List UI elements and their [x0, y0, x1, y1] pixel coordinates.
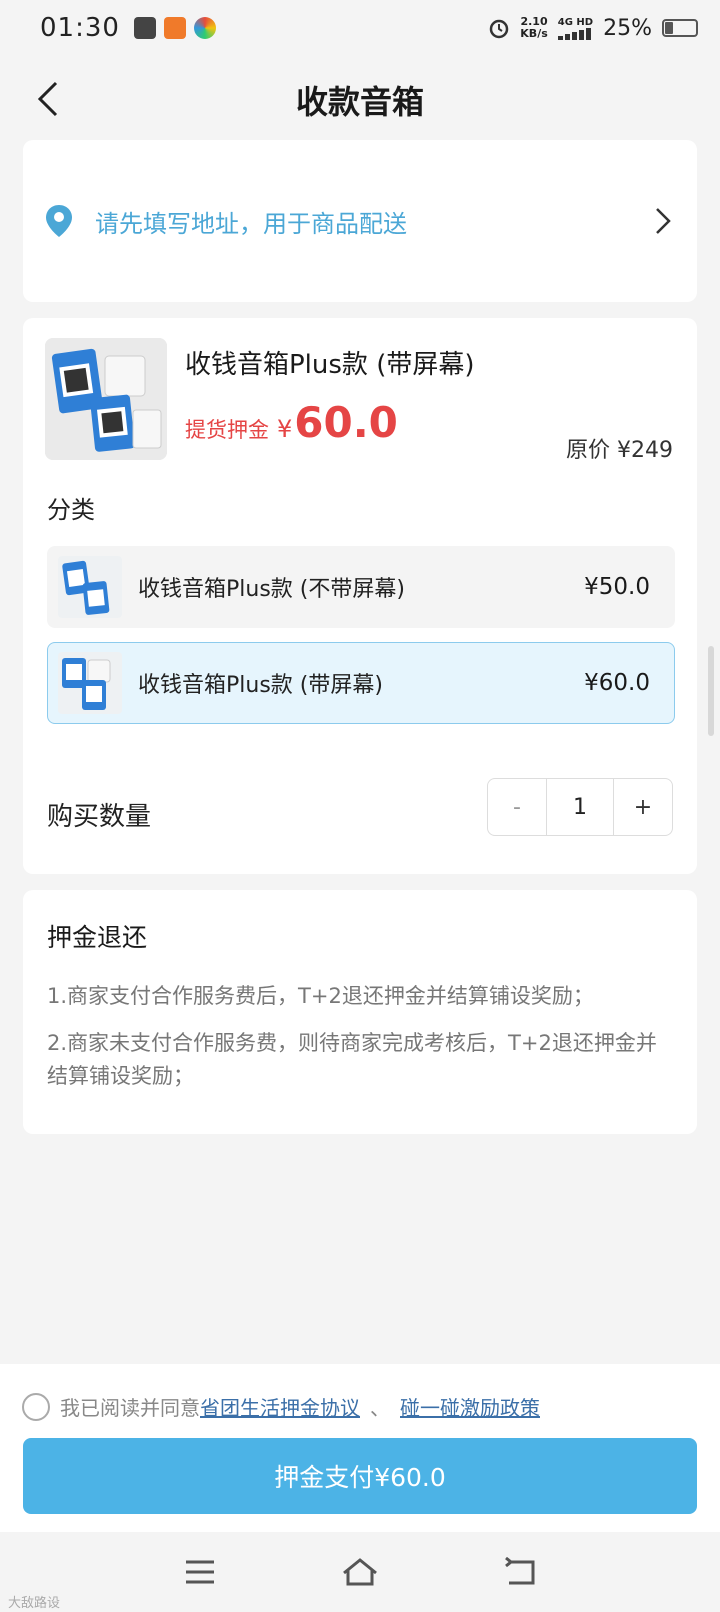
- page-title: 收款音箱: [295, 83, 424, 121]
- refund-rule-1: 1.商家支付合作服务费后，T+2退还押金并结算铺设奖励；: [47, 984, 594, 1008]
- incentive-policy-link[interactable]: 碰一碰激励政策: [400, 1392, 540, 1421]
- agreement-row: 我已阅读并同意 省团生活押金协议 、 碰一碰激励政策: [22, 1392, 540, 1421]
- agreement-prefix: 我已阅读并同意: [60, 1396, 200, 1420]
- deposit-label: 提货押金: [185, 418, 269, 442]
- header: 收款音箱: [0, 58, 720, 142]
- card-app-icon: [133, 17, 156, 39]
- network-speed: 2.10 KB/s: [520, 16, 547, 40]
- back-button[interactable]: [26, 74, 70, 124]
- variant-option-with-screen[interactable]: 收钱音箱Plus款 (带屏幕) ¥60.0: [47, 642, 675, 724]
- deposit-agreement-link[interactable]: 省团生活押金协议: [200, 1392, 360, 1421]
- back-arrow-icon: [505, 1557, 535, 1585]
- variant-label: 收钱音箱Plus款 (带屏幕): [138, 673, 383, 698]
- status-notification-icons: [133, 17, 216, 39]
- signal-icon: [558, 27, 592, 40]
- original-price: 原价 ¥249: [566, 438, 673, 463]
- speaker-variant-image: [58, 652, 122, 714]
- status-time: 01:30: [40, 13, 120, 43]
- agreement-separator: 、: [370, 1396, 390, 1420]
- speaker-product-image: [45, 338, 167, 460]
- chevron-left-icon: [37, 81, 58, 117]
- watermark: 大敌路设: [8, 1596, 61, 1611]
- currency-symbol: ¥: [277, 415, 293, 443]
- chevron-right-icon: [656, 208, 671, 234]
- menu-icon: [186, 1560, 214, 1584]
- variant-price: ¥50.0: [584, 574, 650, 600]
- alarm-icon: [490, 19, 509, 39]
- quantity-value[interactable]: 1: [546, 779, 614, 835]
- app-notification-icon: [163, 17, 186, 39]
- nav-menu-button[interactable]: [170, 1547, 230, 1597]
- status-right: 2.10 KB/s 4G HD 25%: [488, 16, 698, 41]
- agreement-checkbox[interactable]: [22, 1392, 50, 1421]
- bottom-action-panel: 我已阅读并同意 省团生活押金协议 、 碰一碰激励政策 押金支付¥60.0: [0, 1364, 720, 1532]
- variant-image: [58, 556, 122, 618]
- scrollbar[interactable]: [708, 646, 714, 736]
- variant-option-no-screen[interactable]: 收钱音箱Plus款 (不带屏幕) ¥50.0: [47, 546, 675, 628]
- nav-home-button[interactable]: [330, 1547, 390, 1597]
- system-nav-bar: [0, 1532, 720, 1612]
- increase-quantity-button[interactable]: +: [614, 779, 672, 835]
- pay-deposit-button[interactable]: 押金支付¥60.0: [23, 1438, 697, 1514]
- refund-info-card: 押金退还 1.商家支付合作服务费后，T+2退还押金并结算铺设奖励； 2.商家未支…: [23, 890, 697, 1134]
- product-image: [45, 338, 167, 460]
- nav-back-button[interactable]: [490, 1547, 550, 1597]
- category-label: 分类: [47, 496, 95, 524]
- battery-icon: [662, 19, 698, 37]
- location-pin-icon: [46, 205, 72, 237]
- network-type: 4G HD: [557, 16, 594, 28]
- deposit-price-row: 提货押金 ¥ 60.0: [185, 398, 398, 447]
- net-speed-unit: KB/s: [520, 27, 548, 40]
- refund-title: 押金退还: [47, 923, 148, 952]
- quantity-stepper: - 1 +: [487, 778, 673, 836]
- address-selector[interactable]: 请先填写地址，用于商品配送: [23, 140, 697, 302]
- variant-price: ¥60.0: [584, 670, 650, 696]
- decrease-quantity-button[interactable]: -: [488, 779, 546, 835]
- product-name: 收钱音箱Plus款 (带屏幕): [185, 350, 475, 380]
- refund-rule-2: 2.商家未支付合作服务费，则待商家完成考核后，T+2退还押金并结算铺设奖励；: [47, 1031, 657, 1088]
- speaker-variant-image: [58, 556, 122, 618]
- battery-fill: [665, 22, 673, 34]
- product-card: 收钱音箱Plus款 (带屏幕) 提货押金 ¥ 60.0 原价 ¥249 分类 收…: [23, 318, 697, 874]
- address-prompt: 请先填写地址，用于商品配送: [95, 209, 407, 238]
- variant-image: [58, 652, 122, 714]
- battery-percent: 25%: [603, 15, 652, 41]
- home-icon: [343, 1558, 377, 1586]
- signal-block: 4G HD: [558, 17, 593, 40]
- status-bar: 01:30 2.10 KB/s 4G HD 25%: [0, 0, 720, 56]
- deposit-price: 60.0: [294, 398, 398, 447]
- colorful-app-icon: [193, 17, 216, 39]
- variant-label: 收钱音箱Plus款 (不带屏幕): [138, 577, 405, 602]
- quantity-label: 购买数量: [47, 802, 152, 832]
